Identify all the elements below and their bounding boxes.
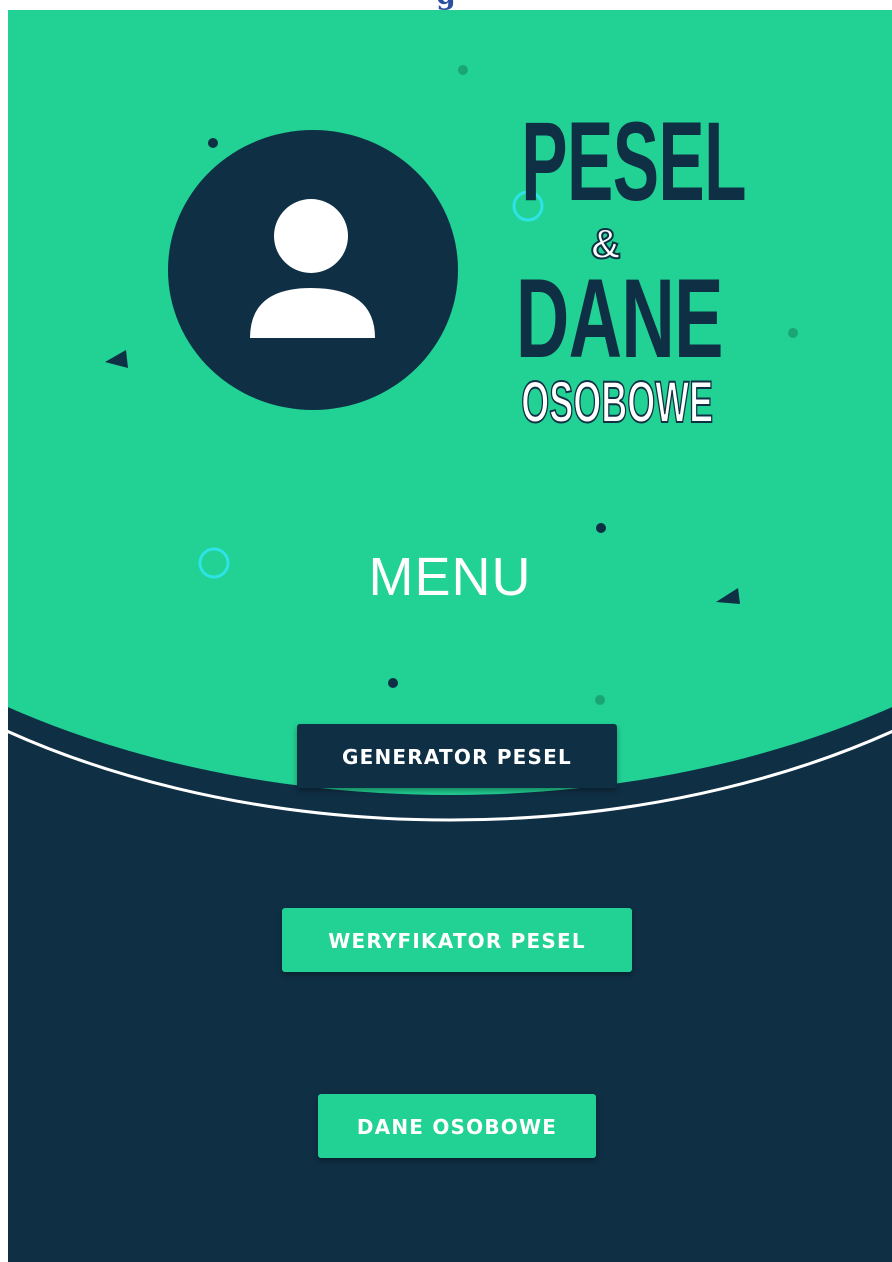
user-avatar-icon	[250, 199, 375, 338]
logo-pesel-text: PESEL	[521, 99, 746, 224]
logo-osobowe-text: OSOBOWE	[521, 369, 714, 436]
menu-title: MENU	[368, 547, 532, 607]
weryfikator-pesel-button[interactable]: WERYFIKATOR PESEL	[282, 908, 632, 972]
app-screen: PESEL & DANE OSOBOWE MENU GENERATOR PESE…	[8, 10, 892, 1262]
dane-osobowe-button[interactable]: DANE OSOBOWE	[318, 1094, 596, 1158]
generator-pesel-button[interactable]: GENERATOR PESEL	[297, 724, 617, 788]
avatar	[168, 130, 458, 410]
logo-dane-text: DANE	[515, 256, 723, 381]
app-logo: PESEL & DANE OSOBOWE	[470, 99, 747, 436]
